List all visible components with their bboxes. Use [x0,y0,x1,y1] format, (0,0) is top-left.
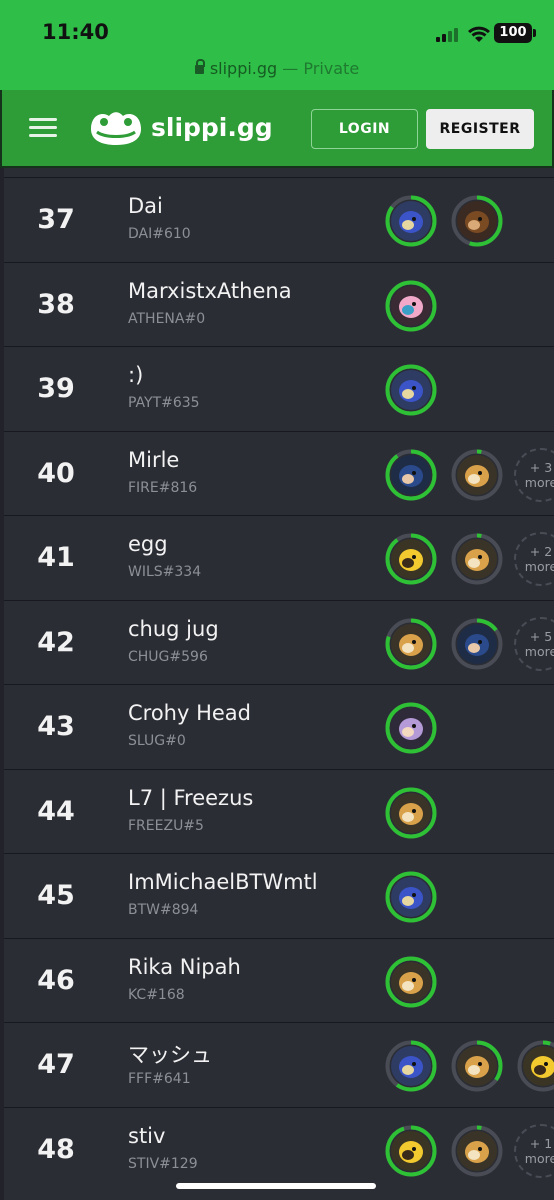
home-indicator[interactable] [176,1183,376,1189]
wifi-icon [468,26,490,42]
fox-icon[interactable] [450,448,504,502]
player-connect-code: WILS#334 [128,564,202,580]
player-connect-code: SLUG#0 [128,733,186,749]
player-connect-code: STIV#129 [128,1155,198,1172]
site-logo-text[interactable]: slippi.gg [151,113,273,142]
more-characters-badge[interactable]: + 1 more [514,1123,554,1178]
register-button[interactable]: REGISTER [426,109,534,149]
player-rank: 39 [37,373,75,404]
more-characters-badge[interactable]: + 5 more [514,616,554,671]
player-name[interactable]: マッシュ [128,1039,212,1069]
player-name[interactable]: stiv [128,1124,165,1148]
fox-icon[interactable] [384,955,438,1009]
leaderboard-row[interactable]: 37 Dai DAI#610 [4,177,554,261]
fox-icon[interactable] [384,786,438,840]
frog-logo-icon[interactable] [87,107,145,147]
leaderboard-row[interactable]: 44 L7 | Freezus FREEZU#5 [4,768,554,853]
leaderboard-row[interactable]: 42 chug jug CHUG#596 + 5 more [4,599,554,684]
player-name[interactable]: ImMichaelBTWmtl [128,870,318,894]
player-rank: 42 [37,626,75,658]
lock-icon [194,59,205,74]
url-domain: slippi.gg [209,59,278,78]
ice-climbers-icon[interactable] [384,701,438,755]
more-characters-badge[interactable]: + 3 more [514,447,554,502]
player-connect-code: ATHENA#0 [128,310,206,327]
more-characters-badge[interactable]: + 2 more [514,532,554,586]
player-name[interactable]: Dai [128,194,163,218]
player-rank: 41 [37,542,75,573]
marth-icon[interactable] [450,617,504,671]
falco-icon[interactable] [384,194,438,248]
player-rank: 47 [37,1049,75,1080]
player-connect-code: FIRE#816 [128,479,198,496]
leaderboard-list: 37 Dai DAI#610 38 MarxistxAthena ATHENA#0 39:)… [4,168,554,1200]
player-name[interactable]: L7 | Freezus [128,786,253,810]
player-name[interactable]: Rika Nipah [128,955,241,979]
pikachu-icon[interactable] [384,532,438,586]
player-name[interactable]: :) [128,363,143,387]
player-rank: 48 [37,1133,75,1165]
player-connect-code: FFF#641 [128,1071,191,1087]
player-name[interactable]: Crohy Head [128,701,251,725]
player-connect-code: DAI#610 [128,226,191,242]
fox-icon[interactable] [450,1124,504,1178]
pikachu-icon[interactable] [516,1039,554,1093]
falco-icon[interactable] [384,363,438,417]
site-header: slippi.gg LOGIN REGISTER [0,90,554,168]
player-rank: 46 [37,964,75,996]
player-rank: 38 [37,288,75,320]
player-name[interactable]: egg [128,532,168,556]
marth-icon[interactable] [384,448,438,502]
leaderboard-row[interactable]: 40 Mirle FIRE#816 + 3 more [4,430,554,515]
private-label: — Private [282,59,360,78]
player-name[interactable]: MarxistxAthena [128,279,292,303]
hamburger-menu-icon[interactable] [29,118,57,138]
fox-icon[interactable] [450,532,504,586]
donkey-kong-icon[interactable] [450,194,504,248]
player-connect-code: CHUG#596 [128,648,208,665]
battery-icon: 100 [494,23,536,43]
leaderboard-row[interactable]: 47 マッシュ FFF#641 [4,1022,554,1106]
player-rank: 37 [37,204,75,235]
leaderboard-row[interactable]: 41 egg WILS#334 + 2 more [4,515,554,599]
leaderboard-row[interactable]: 43 Crohy Head SLUG#0 [4,684,554,768]
player-connect-code: FREEZU#5 [128,817,204,834]
player-name[interactable]: Mirle [128,448,179,472]
player-connect-code: PAYT#635 [128,395,200,411]
cellular-signal-icon [436,26,462,42]
player-name[interactable]: chug jug [128,617,219,641]
player-rank: 43 [37,711,75,742]
falco-icon[interactable] [384,870,438,924]
leaderboard-row[interactable]: 45 ImMichaelBTWmtl BTW#894 [4,853,554,937]
player-connect-code: BTW#894 [128,902,199,918]
falco-icon[interactable] [384,1039,438,1093]
status-time: 11:40 [42,20,109,44]
fox-icon[interactable] [450,1039,504,1093]
pikachu-icon[interactable] [384,1124,438,1178]
leaderboard-row[interactable]: 48 stiv STIV#129 + 1 more [4,1106,554,1191]
status-bar: 11:40 100 slippi.gg — Private [0,0,554,90]
player-connect-code: KC#168 [128,986,185,1003]
jigglypuff-icon[interactable] [384,279,438,333]
leaderboard-row[interactable]: 39:) PAYT#635 [4,346,554,430]
leaderboard-row[interactable]: 46 Rika Nipah KC#168 [4,937,554,1022]
login-button[interactable]: LOGIN [311,109,418,149]
leaderboard-row[interactable]: 38 MarxistxAthena ATHENA#0 [4,261,554,346]
address-bar[interactable]: slippi.gg — Private [0,59,554,78]
fox-icon[interactable] [384,617,438,671]
player-rank: 44 [37,795,75,827]
player-rank: 45 [37,880,75,911]
player-rank: 40 [37,457,75,489]
